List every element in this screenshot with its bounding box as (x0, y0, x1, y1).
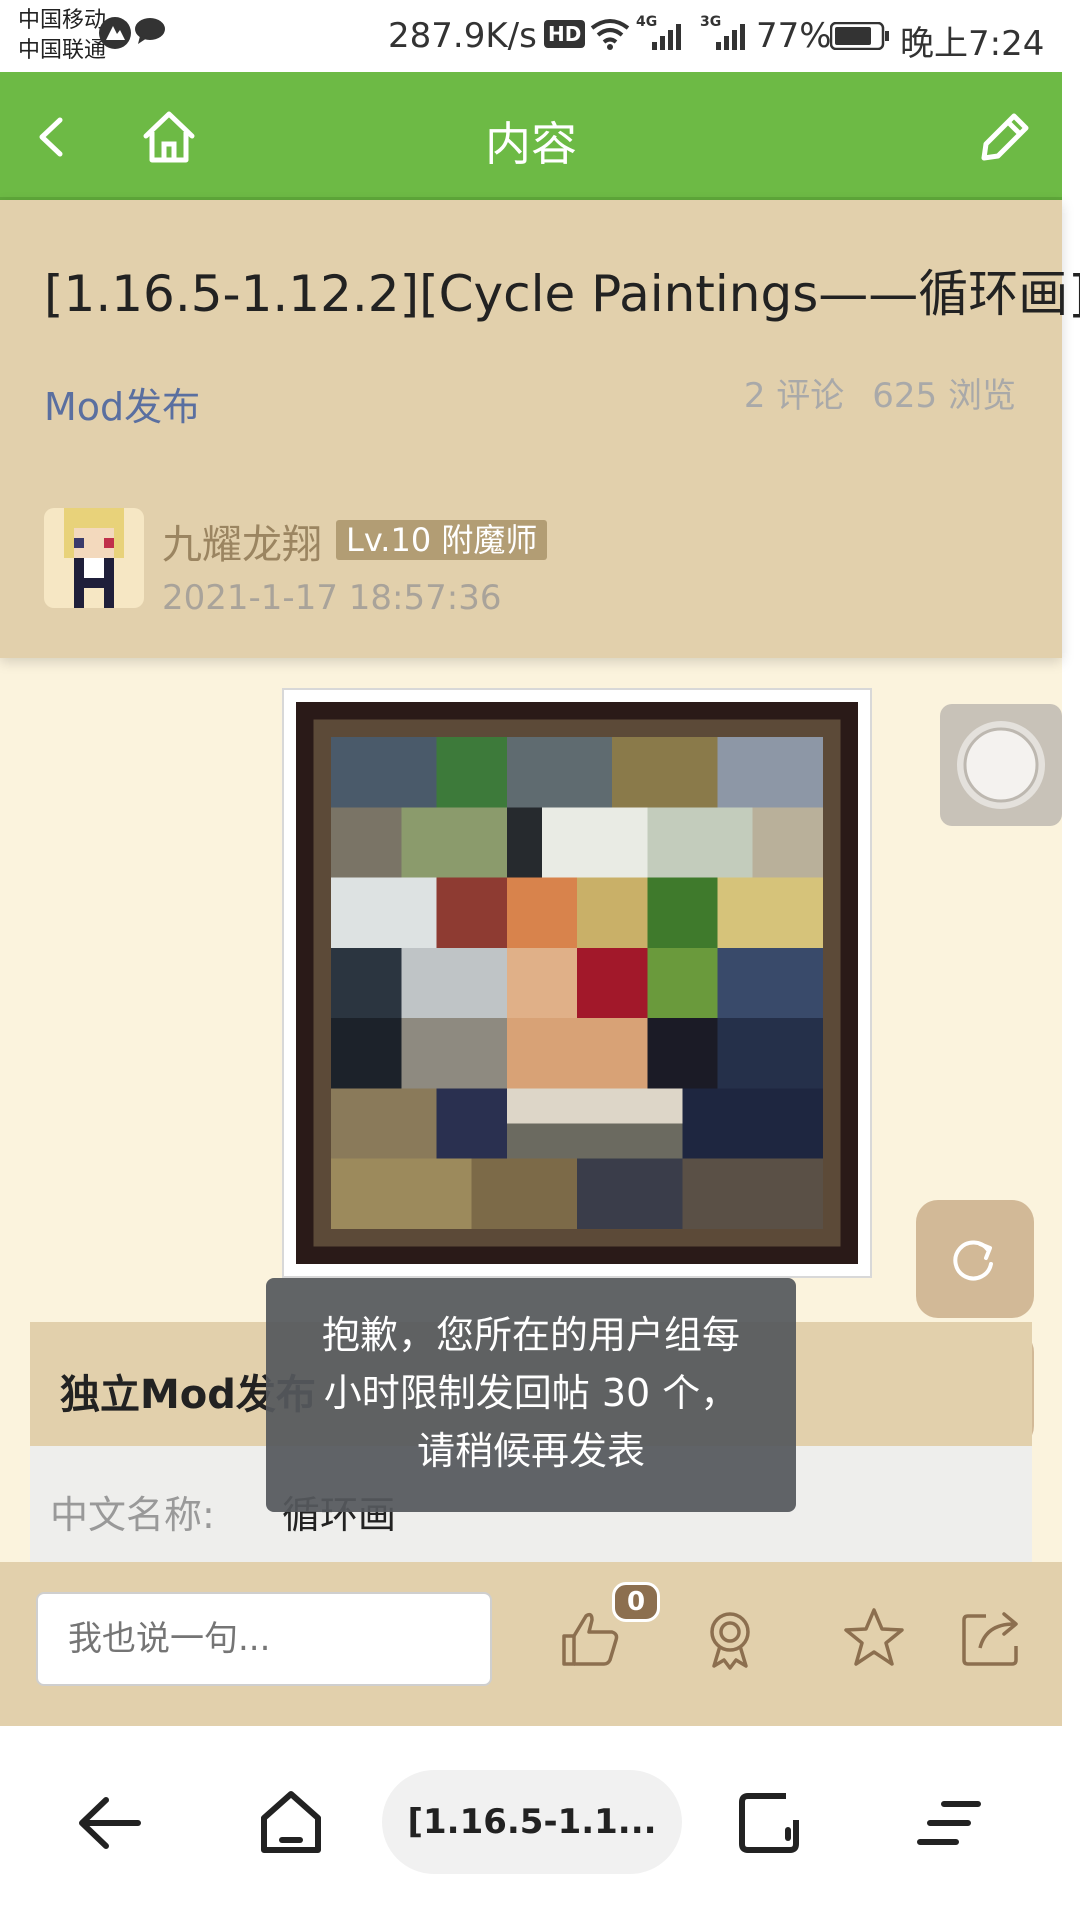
view-count: 625 浏览 (872, 376, 1016, 416)
edit-icon[interactable] (968, 102, 1038, 172)
assistive-touch-button[interactable] (940, 704, 1062, 826)
avatar[interactable] (44, 508, 144, 608)
home-icon[interactable] (246, 1778, 336, 1868)
battery-icon (830, 22, 889, 50)
award-icon[interactable] (694, 1602, 766, 1674)
wifi-icon (590, 19, 630, 50)
signal-bars-icon (716, 24, 745, 50)
carrier-2: 中国联通 (18, 38, 107, 63)
painting-image (296, 702, 858, 1264)
author-name[interactable]: 九耀龙翔 (162, 512, 322, 570)
net-speed: 287.9K/s (388, 16, 537, 56)
comment-count: 2 评论 (743, 376, 845, 416)
url-bar[interactable]: [1.16.5-1.1... (382, 1770, 682, 1874)
tabs-icon[interactable] (724, 1778, 814, 1868)
share-icon[interactable] (956, 1602, 1028, 1674)
refresh-icon (953, 1240, 993, 1281)
toast-message: 抱歉，您所在的用户组每小时限制发回帖 30 个，请稍候再发表 (266, 1278, 796, 1512)
pixel-avatar-icon (64, 508, 124, 608)
category-link[interactable]: Mod发布 (44, 376, 200, 431)
post-time: 2021-1-17 18:57:36 (162, 578, 502, 618)
page-title: 内容 (485, 117, 577, 171)
carrier-info: 中国移动 中国联通 (18, 6, 106, 66)
status-bar: 中国移动 中国联通 287.9K/s HD 4G 3G 77% 晚上7:24 (0, 0, 1080, 72)
assistive-ball-icon (957, 721, 1045, 809)
star-icon[interactable] (838, 1602, 910, 1674)
hd-badge: HD (544, 20, 586, 48)
clock: 晚上7:24 (900, 24, 1045, 64)
like-count-badge: 0 (612, 1582, 660, 1622)
post-stats: 2 评论 625 浏览 (716, 368, 1016, 417)
mod-preview-image[interactable] (282, 688, 872, 1278)
battery-percent: 77% (756, 16, 832, 56)
carrier-1: 中国移动 (18, 8, 107, 33)
menu-icon[interactable] (904, 1778, 994, 1868)
back-arrow-icon[interactable] (66, 1778, 156, 1868)
app-notification-icon (99, 17, 131, 49)
level-badge: Lv.10 附魔师 (336, 520, 548, 560)
browser-toolbar: [1.16.5-1.1... (0, 1726, 1080, 1920)
post-title: [1.16.5-1.12.2][Cycle Paintings——循环画] (44, 265, 1080, 323)
action-bar: 0 (0, 1562, 1062, 1726)
row-label: 中文名称: (50, 1493, 215, 1537)
message-icon (135, 18, 165, 44)
comment-input[interactable] (36, 1592, 492, 1686)
post-header: [1.16.5-1.12.2][Cycle Paintings——循环画] Mo… (0, 200, 1080, 658)
app-bar: 内容 (0, 72, 1062, 200)
refresh-button[interactable] (916, 1200, 1034, 1318)
signal-bars-icon (652, 24, 681, 50)
